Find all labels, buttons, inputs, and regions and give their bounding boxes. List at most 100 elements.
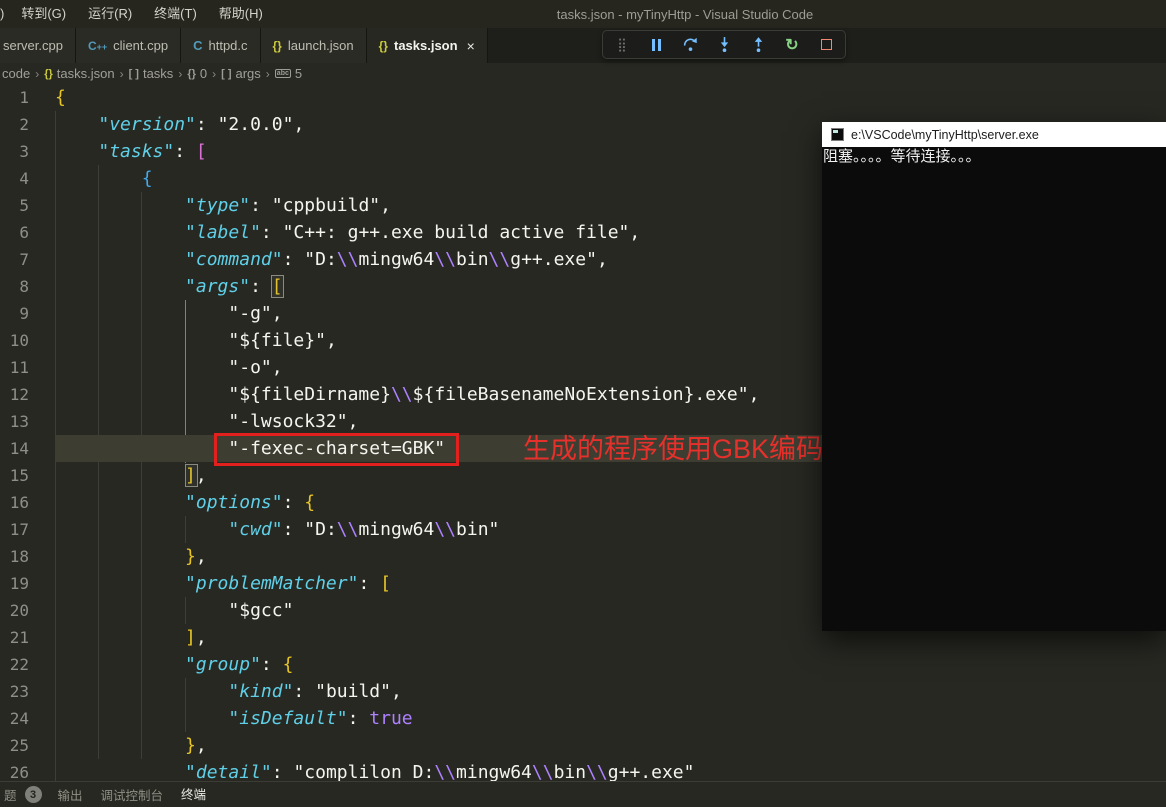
code-token: : (250, 195, 272, 216)
code-token: "C++: g++.exe build active file" (282, 222, 630, 243)
code-token: , (347, 411, 359, 432)
panel-tab-debug-console[interactable]: 调试控制台 (99, 781, 166, 807)
step-out-icon[interactable] (749, 36, 767, 54)
code-line[interactable]: { (55, 84, 1166, 111)
gutter[interactable]: 1 2 3 4 5 6 7 8 9 10 11 12 13 14 15 16 17 18 19 20 21 22 23 24 2… (0, 84, 40, 781)
code-line[interactable]: "kind": "build", (55, 678, 1166, 705)
menu-bar: ) 转到(G) 运行(R) 终端(T) 帮助(H) (0, 0, 274, 28)
code-token: \\ (336, 249, 359, 270)
line-number[interactable]: 15 (0, 462, 29, 489)
close-icon[interactable]: × (467, 39, 475, 53)
code-line[interactable]: "detail": "complilon D:\\mingw64\\bin\\g… (55, 759, 1166, 781)
menu-item-terminal[interactable]: 终端(T) (143, 0, 208, 28)
code-line[interactable]: "isDefault": true (55, 705, 1166, 732)
line-number[interactable]: 19 (0, 570, 29, 597)
tab-launch-json[interactable]: {} launch.json (260, 28, 367, 63)
code-line[interactable]: }, (55, 732, 1166, 759)
line-number[interactable]: 17 (0, 516, 29, 543)
tab-client-cpp[interactable]: C++ client.cpp (75, 28, 182, 63)
code-token: "2.0.0" (217, 114, 294, 135)
breadcrumb-item-folder[interactable]: code (2, 66, 30, 81)
code-token: : (358, 573, 381, 594)
line-number[interactable]: 13 (0, 408, 29, 435)
line-number[interactable]: 1 (0, 84, 29, 111)
line-number[interactable]: 10 (0, 327, 29, 354)
code-token: "command" (185, 249, 283, 270)
bracket-match-box (271, 275, 284, 298)
menu-item-clipped[interactable]: ) (0, 0, 10, 28)
stop-icon[interactable] (817, 36, 835, 54)
code-token: "cwd" (228, 519, 283, 540)
line-number[interactable]: 21 (0, 624, 29, 651)
line-number[interactable]: 4 (0, 165, 29, 192)
code-token: , (380, 195, 391, 216)
line-number[interactable]: 5 (0, 192, 29, 219)
breadcrumb-item-element[interactable]: abc 5 (274, 66, 302, 81)
line-number[interactable]: 14 (0, 435, 29, 462)
menu-item-goto[interactable]: 转到(G) (10, 0, 77, 28)
line-number[interactable]: 3 (0, 138, 29, 165)
code-token: , (390, 681, 402, 702)
grip-icon[interactable]: ⣿ (613, 36, 631, 54)
panel-tab-problems[interactable]: 题 (2, 781, 19, 807)
breadcrumb-item-index[interactable]: {} 0 (187, 66, 207, 81)
line-number[interactable]: 26 (0, 759, 29, 781)
code-token: : (293, 681, 316, 702)
step-into-icon[interactable] (715, 36, 733, 54)
code-token: "args" (185, 276, 251, 297)
line-number[interactable]: 6 (0, 219, 29, 246)
pause-icon[interactable] (647, 36, 665, 54)
code-token: g++.exe" (510, 249, 597, 270)
code-token: "build" (315, 681, 391, 702)
code-token: bin (456, 249, 489, 270)
code-token: , (195, 627, 207, 648)
line-number[interactable]: 23 (0, 678, 29, 705)
breadcrumb-item-args[interactable]: [ ] args (221, 66, 261, 81)
menu-item-run[interactable]: 运行(R) (77, 0, 143, 28)
console-titlebar[interactable]: e:\VSCode\myTinyHttp\server.exe (822, 122, 1166, 147)
step-over-icon[interactable] (681, 36, 699, 54)
line-number[interactable]: 8 (0, 273, 29, 300)
line-number[interactable]: 11 (0, 354, 29, 381)
tab-httpd-c[interactable]: C httpd.c (181, 28, 261, 63)
line-number[interactable]: 25 (0, 732, 29, 759)
panel-tab-terminal[interactable]: 终端 (179, 780, 208, 807)
panel-tab-output[interactable]: 输出 (56, 781, 85, 807)
code-token: : (260, 222, 283, 243)
menu-item-help[interactable]: 帮助(H) (208, 0, 274, 28)
console-body[interactable]: 阻塞。。。。等待连接。。。 (822, 147, 1166, 631)
line-number[interactable]: 22 (0, 651, 29, 678)
code-token: mingw64 (358, 249, 435, 270)
breadcrumb-item-file[interactable]: {} tasks.json (44, 66, 114, 81)
code-line[interactable]: "group": { (55, 651, 1166, 678)
line-number[interactable]: 12 (0, 381, 29, 408)
code-token: : (260, 654, 283, 675)
tab-tasks-json[interactable]: {} tasks.json × (366, 28, 488, 63)
line-number[interactable]: 7 (0, 246, 29, 273)
line-number[interactable]: 24 (0, 705, 29, 732)
line-number[interactable]: 2 (0, 111, 29, 138)
code-token: : (347, 708, 370, 729)
string-icon: abc (274, 69, 291, 78)
line-number[interactable]: 16 (0, 489, 29, 516)
code-token: \\ (586, 762, 608, 781)
code-token: "label" (185, 222, 261, 243)
tab-server-cpp[interactable]: server.cpp (0, 28, 76, 63)
line-number[interactable]: 20 (0, 597, 29, 624)
restart-icon[interactable]: ↻ (783, 36, 801, 54)
console-title-text: e:\VSCode\myTinyHttp\server.exe (851, 127, 1039, 142)
line-number[interactable]: 9 (0, 300, 29, 327)
breadcrumb-item-tasks[interactable]: [ ] tasks (129, 66, 174, 81)
code-token: : (282, 519, 305, 540)
line-number[interactable]: 18 (0, 543, 29, 570)
code-token: , (629, 222, 641, 243)
code-token: "isDefault" (228, 708, 348, 729)
code-token: g++.exe" (607, 762, 695, 781)
